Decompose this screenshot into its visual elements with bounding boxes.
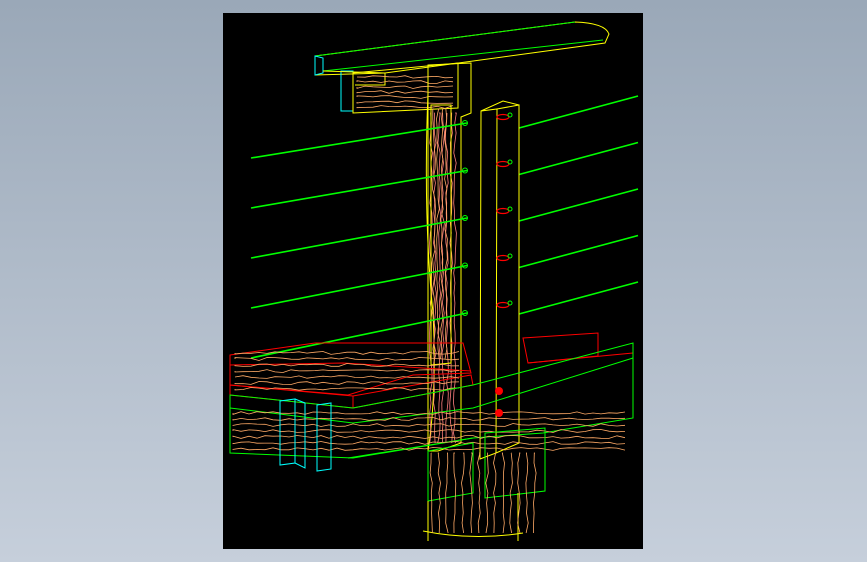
wood-grain-line — [437, 452, 441, 534]
wood-grain-line — [232, 423, 626, 427]
wood-grain-line — [485, 452, 489, 534]
wood-grain-line — [232, 429, 626, 433]
cable-tensioner — [496, 254, 510, 262]
wood-grain-line — [356, 100, 454, 104]
wood-grain-line — [445, 452, 449, 534]
top-rail — [314, 21, 610, 112]
railing-section-drawing — [229, 21, 639, 541]
cable-line — [518, 188, 639, 222]
cable-end-fitting — [507, 159, 513, 165]
cable-line — [518, 234, 639, 269]
wood-grain-line — [234, 375, 460, 379]
cable-line — [250, 264, 468, 309]
wood-grain-line — [356, 105, 454, 109]
wood-grain-line — [356, 80, 454, 84]
wood-grain-line — [232, 447, 626, 451]
wood-grain-line — [234, 369, 460, 373]
wood-grain-line — [429, 452, 433, 534]
cable-end-fitting — [507, 112, 513, 118]
cable-end-fitting — [507, 300, 513, 306]
wood-grain-line — [437, 112, 441, 444]
wood-grain-line — [356, 90, 454, 94]
support-beam — [422, 427, 546, 541]
cable-line — [518, 95, 639, 129]
wood-grain-line — [477, 452, 481, 534]
wood-grain-line — [356, 85, 454, 89]
lag-bolt — [495, 409, 503, 417]
wood-grain-line — [453, 452, 457, 534]
cable-post — [479, 100, 520, 460]
cable-line — [518, 141, 639, 176]
cable-end-fitting — [507, 206, 513, 212]
wood-grain-line — [461, 452, 465, 534]
wood-grain-line — [533, 452, 537, 533]
wood-grain-line — [501, 452, 505, 534]
wood-grain-line — [234, 357, 460, 361]
cad-window — [0, 0, 867, 562]
drawing-viewport — [223, 13, 643, 549]
wood-grain-line — [444, 108, 448, 360]
wood-grain-line — [234, 363, 460, 367]
wood-grain-line — [509, 452, 513, 534]
cable-tensioner — [496, 301, 510, 309]
wood-grain-line — [356, 75, 454, 79]
cable-tensioner — [496, 113, 510, 121]
cable-line — [518, 281, 639, 315]
wood-grain-line — [493, 452, 497, 534]
joist-blocking — [279, 398, 332, 472]
wood-grain-line — [232, 435, 626, 439]
wood-grain-line — [232, 417, 626, 421]
wood-grain-line — [453, 112, 457, 444]
wood-grain-line — [356, 95, 454, 99]
cable-tensioner — [496, 160, 510, 168]
cable-end-fitting — [507, 253, 513, 259]
lag-bolt — [495, 387, 503, 395]
cable-tensioner — [496, 207, 510, 215]
